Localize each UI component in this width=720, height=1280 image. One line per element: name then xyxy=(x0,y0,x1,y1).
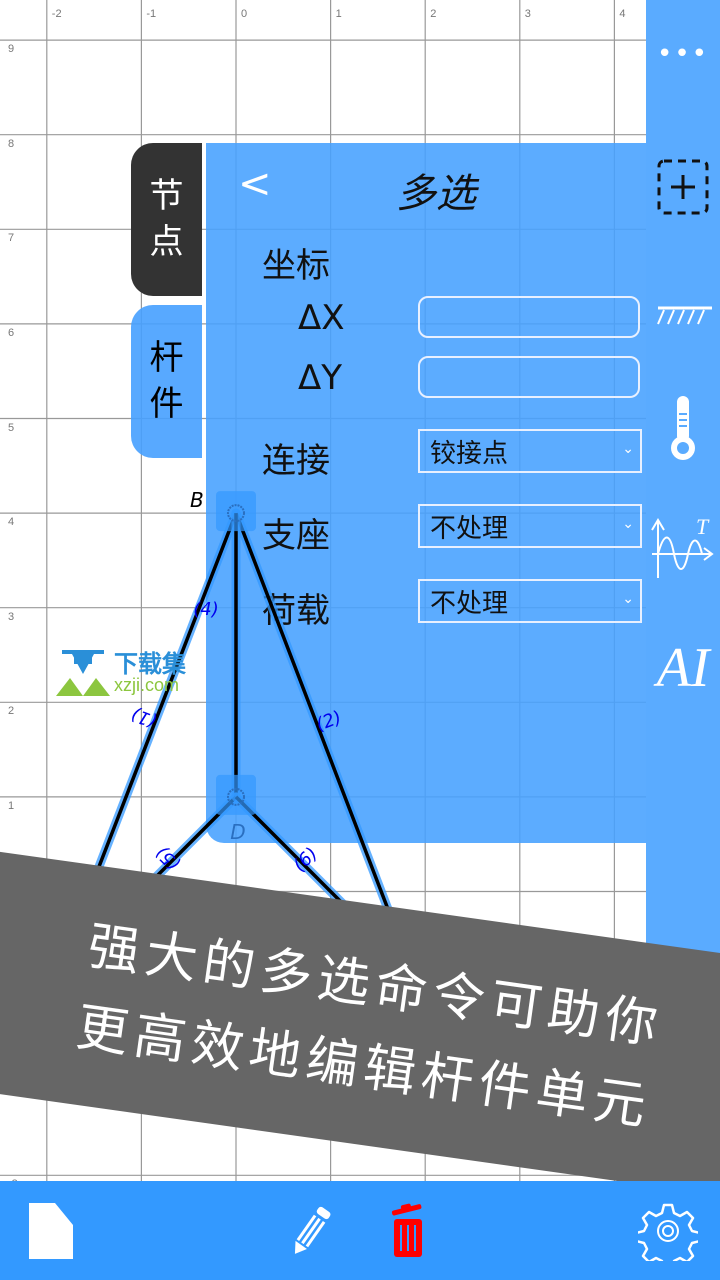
file-icon xyxy=(29,1203,73,1259)
gear-icon xyxy=(638,1203,698,1261)
node-selection-box xyxy=(216,491,256,532)
tab-node[interactable]: 节 点 xyxy=(131,143,202,296)
watermark-title: 下载集 xyxy=(114,650,186,678)
tab-member-char-2: 件 xyxy=(149,383,184,424)
node-label: B xyxy=(190,488,204,512)
member-line xyxy=(87,512,238,893)
node-B[interactable]: B xyxy=(190,488,256,532)
temperature-tool-button[interactable] xyxy=(646,390,720,466)
wave-t-label: T xyxy=(696,514,710,539)
member-label: (6) xyxy=(289,843,322,876)
watermark-logo-icon xyxy=(56,650,110,696)
more-icon: ••• xyxy=(656,39,709,69)
ai-label: AI xyxy=(656,637,710,699)
pencil-icon xyxy=(294,1206,331,1254)
dashed-add-icon xyxy=(657,159,709,215)
tab-node-char-2: 点 xyxy=(149,221,184,262)
bottom-toolbar xyxy=(0,1181,720,1280)
node-selection-box xyxy=(216,774,256,815)
tab-member-char-1: 杆 xyxy=(149,337,184,378)
member-3: (4) xyxy=(193,508,241,802)
settings-button[interactable] xyxy=(638,1199,698,1263)
tab-node-char-1: 节 xyxy=(149,175,184,216)
ai-button[interactable]: AI xyxy=(646,630,720,706)
support-tool-button[interactable] xyxy=(646,290,720,340)
member-1: (1) xyxy=(84,508,241,896)
watermark-url: xzji.com xyxy=(114,675,180,695)
dynamic-tool-button[interactable]: T xyxy=(646,510,720,586)
add-selection-button[interactable] xyxy=(646,150,720,224)
member-label: (4) xyxy=(193,599,219,620)
member-label: (5) xyxy=(152,842,185,875)
wave-icon: T xyxy=(651,514,714,578)
new-file-button[interactable] xyxy=(26,1199,76,1263)
thermometer-icon xyxy=(671,396,695,460)
tab-member[interactable]: 杆 件 xyxy=(131,305,202,458)
more-button[interactable]: ••• xyxy=(646,30,720,78)
trash-icon xyxy=(391,1203,422,1257)
node-label: D xyxy=(230,820,245,844)
watermark: 下载集 xzji.com xyxy=(56,650,186,696)
delete-button[interactable] xyxy=(388,1199,428,1263)
fixed-support-icon xyxy=(657,306,712,325)
edit-button[interactable] xyxy=(288,1199,334,1263)
node-D[interactable]: D xyxy=(216,774,256,844)
